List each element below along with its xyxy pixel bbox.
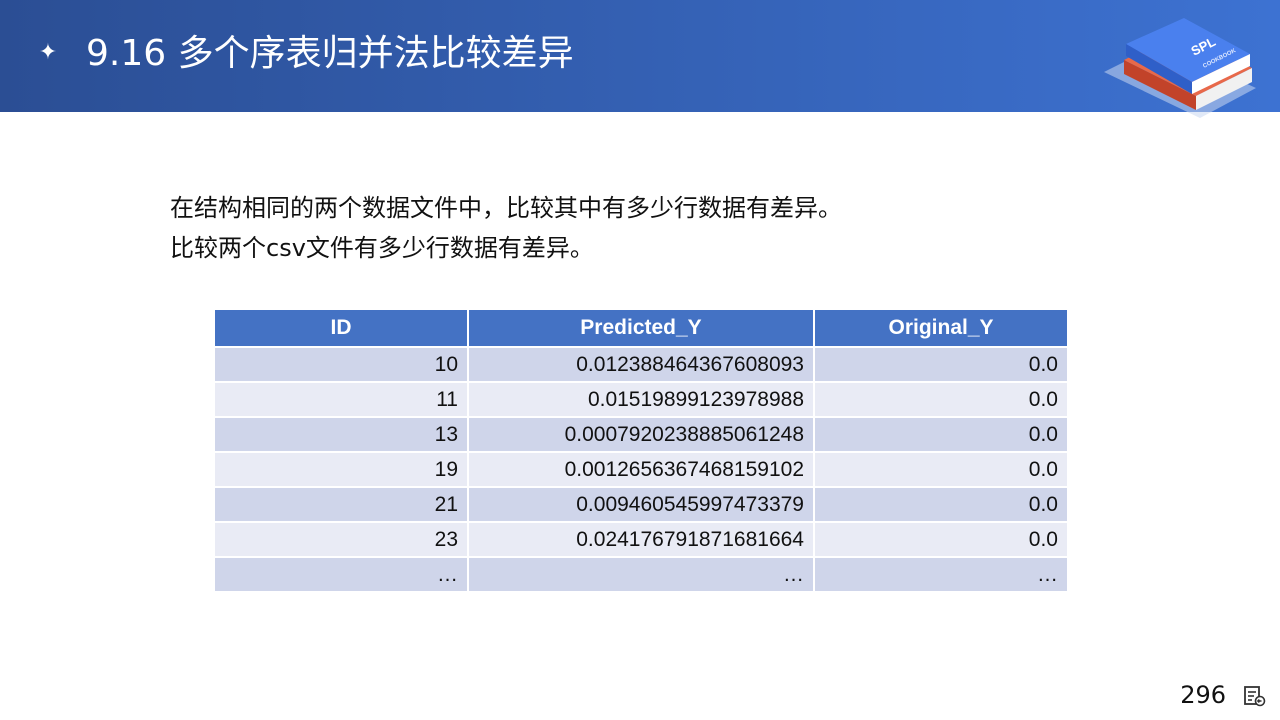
star-bullet-icon: ✦ [38, 40, 58, 65]
table-row-ellipsis: … … … [213, 556, 1069, 593]
cell-predicted-y: 0.0012656367468159102 [467, 451, 815, 488]
cell-id: 13 [213, 416, 469, 453]
column-header-predicted-y: Predicted_Y [467, 308, 815, 348]
header-bar: ✦ 9.16 多个序表归并法比较差异 SPL COOKBOOK [0, 0, 1280, 118]
table-header-row: ID Predicted_Y Original_Y [213, 308, 1069, 348]
cell-original-y: 0.0 [813, 346, 1069, 383]
cell-predicted-y: 0.01519899123978988 [467, 381, 815, 418]
cell-id: 10 [213, 346, 469, 383]
page-title: 9.16 多个序表归并法比较差异 [86, 33, 574, 74]
cell-predicted-y: 0.0007920238885061248 [467, 416, 815, 453]
intro-text: 在结构相同的两个数据文件中，比较其中有多少行数据有差异。 比较两个csv文件有多… [170, 188, 842, 268]
table-row: 21 0.009460545997473379 0.0 [213, 486, 1069, 523]
table-row: 10 0.012388464367608093 0.0 [213, 346, 1069, 383]
cell-original-y: … [813, 556, 1069, 593]
page-number: 296 [1180, 681, 1226, 709]
table-row: 11 0.01519899123978988 0.0 [213, 381, 1069, 418]
spl-cookbook-logo: SPL COOKBOOK [1104, 18, 1256, 118]
cell-original-y: 0.0 [813, 521, 1069, 558]
table-row: 13 0.0007920238885061248 0.0 [213, 416, 1069, 453]
notes-icon[interactable] [1242, 684, 1266, 708]
column-header-original-y: Original_Y [813, 308, 1069, 348]
cell-original-y: 0.0 [813, 451, 1069, 488]
cell-predicted-y: 0.012388464367608093 [467, 346, 815, 383]
cell-original-y: 0.0 [813, 381, 1069, 418]
table-row: 19 0.0012656367468159102 0.0 [213, 451, 1069, 488]
cell-id: 11 [213, 381, 469, 418]
cell-id: … [213, 556, 469, 593]
cell-predicted-y: 0.009460545997473379 [467, 486, 815, 523]
cell-id: 23 [213, 521, 469, 558]
table-row: 23 0.024176791871681664 0.0 [213, 521, 1069, 558]
cell-predicted-y: … [467, 556, 815, 593]
cell-id: 19 [213, 451, 469, 488]
data-table: ID Predicted_Y Original_Y 10 0.012388464… [213, 308, 1069, 593]
intro-line-1: 在结构相同的两个数据文件中，比较其中有多少行数据有差异。 [170, 194, 842, 222]
cell-original-y: 0.0 [813, 486, 1069, 523]
cell-predicted-y: 0.024176791871681664 [467, 521, 815, 558]
cell-id: 21 [213, 486, 469, 523]
intro-line-2: 比较两个csv文件有多少行数据有差异。 [170, 234, 594, 262]
column-header-id: ID [213, 308, 469, 348]
cell-original-y: 0.0 [813, 416, 1069, 453]
